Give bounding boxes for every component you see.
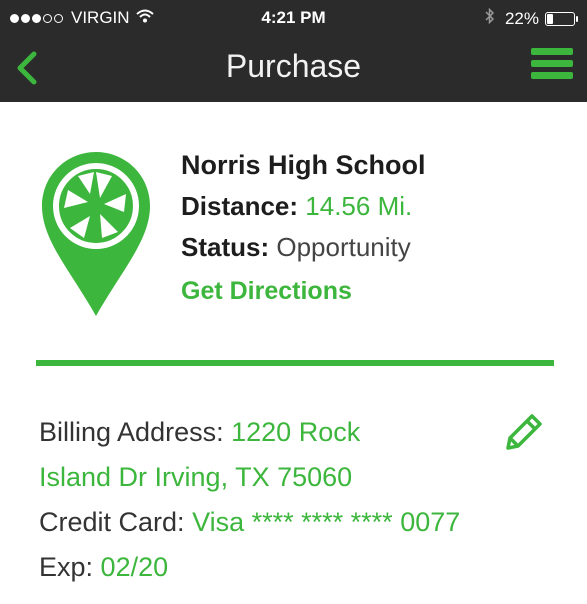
billing-address-line2: Island Dr Irving, TX 75060	[39, 462, 353, 492]
status-value: Opportunity	[276, 232, 411, 262]
school-name: Norris High School	[181, 150, 426, 180]
location-info: Norris High School Distance: 14.56 Mi. S…	[181, 150, 426, 306]
exp-value: 02/20	[100, 552, 169, 582]
menu-bar-middle	[531, 60, 573, 67]
navigation-bar: Purchase	[0, 36, 587, 102]
battery-icon	[545, 11, 578, 26]
battery-fill	[547, 13, 554, 24]
pencil-edit-icon	[506, 414, 542, 450]
bluetooth-icon	[485, 7, 495, 29]
status-right: 22%	[485, 7, 578, 29]
exp-row: Exp: 02/20	[39, 545, 460, 590]
map-pin-aperture-icon	[40, 150, 152, 318]
page-title: Purchase	[225, 48, 362, 84]
distance-value: 14.56 Mi.	[305, 191, 413, 221]
menu-bar-bottom	[531, 72, 573, 79]
divider	[36, 360, 554, 366]
status-label: Status:	[181, 232, 270, 262]
status-bar: VIRGIN 4:21 PM 22%	[0, 0, 587, 36]
billing-address-label: Billing Address:	[39, 417, 224, 447]
battery-percent: 22%	[504, 8, 539, 28]
billing-address-line1: 1220 Rock	[231, 417, 361, 447]
credit-card-row: Credit Card: Visa **** **** **** 0077	[39, 500, 460, 545]
get-directions-link[interactable]: Get Directions	[181, 277, 426, 306]
menu-button[interactable]	[531, 48, 573, 86]
exp-label: Exp:	[39, 552, 94, 582]
distance-row: Distance: 14.56 Mi.	[181, 191, 426, 222]
billing-info: Billing Address: 1220 Rock Island Dr Irv…	[39, 410, 460, 590]
status-row: Status: Opportunity	[181, 232, 426, 263]
credit-card-label: Credit Card:	[39, 507, 185, 537]
edit-billing-button[interactable]	[500, 410, 546, 456]
billing-address-row: Billing Address: 1220 Rock	[39, 410, 460, 455]
menu-bar-top	[531, 48, 573, 55]
credit-card-value: Visa **** **** **** 0077	[192, 507, 461, 537]
distance-label: Distance:	[181, 191, 299, 221]
